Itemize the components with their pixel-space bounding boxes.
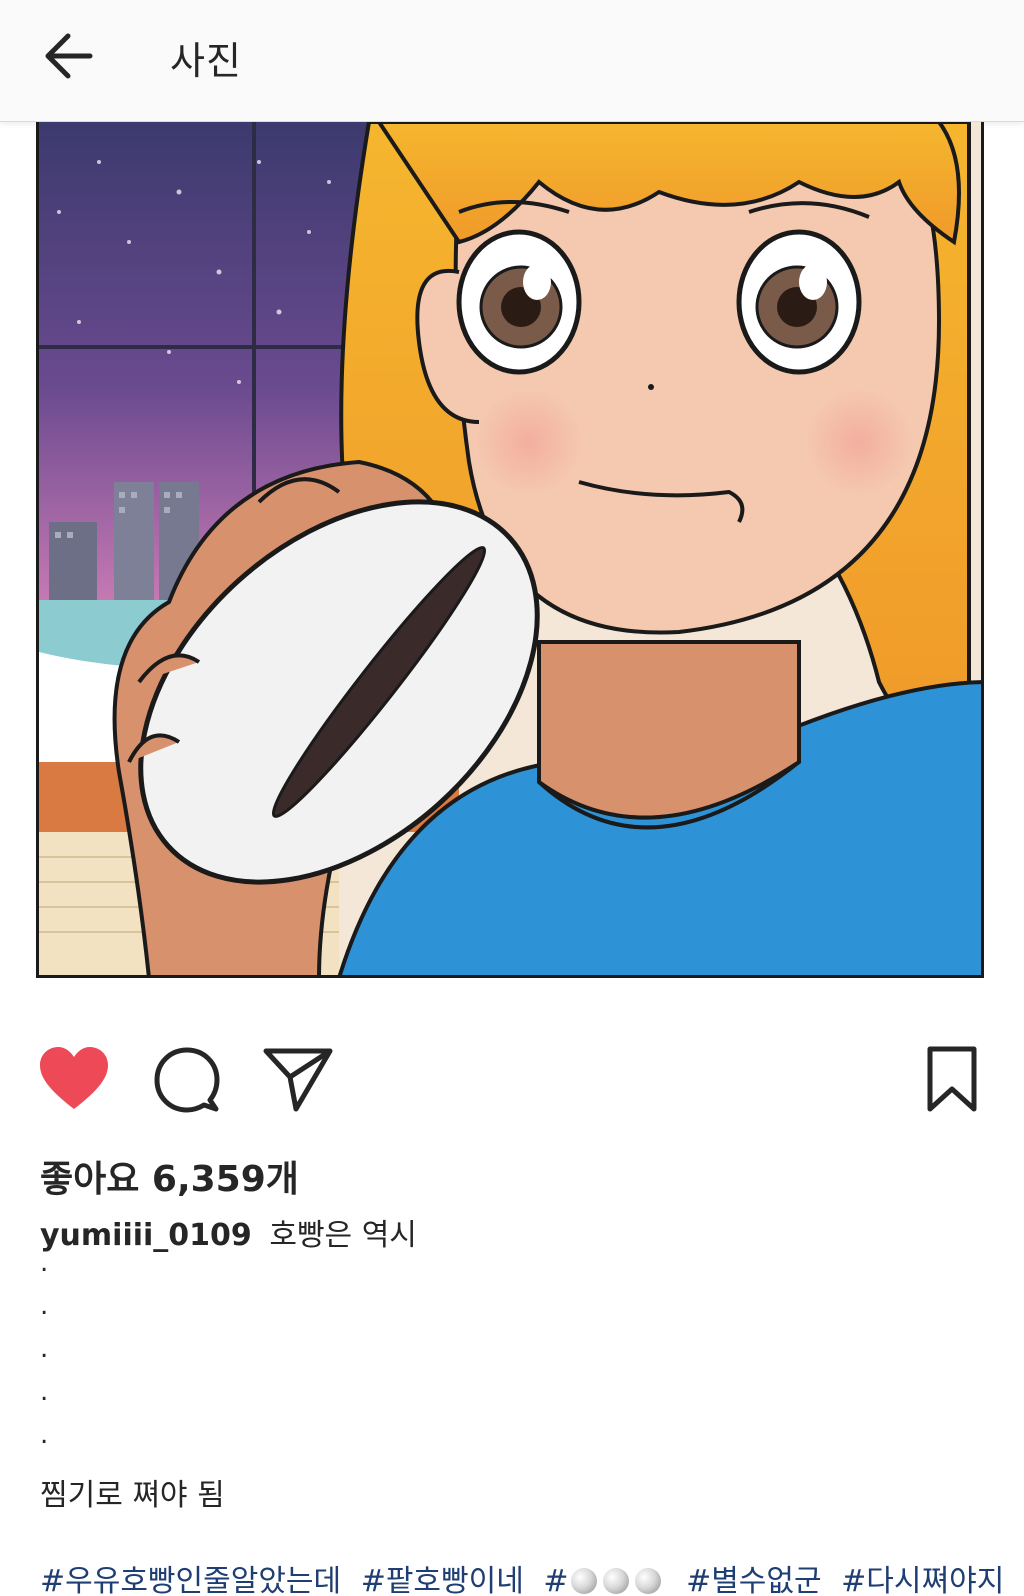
caption-body: 찜기로 쪄야 됨 xyxy=(40,1478,225,1513)
post-illustration xyxy=(39,122,981,975)
send-icon xyxy=(263,1048,333,1112)
bookmark-icon xyxy=(927,1046,977,1112)
caption-dot: . xyxy=(40,1377,49,1407)
heart-icon xyxy=(40,1047,108,1109)
caption-dot: . xyxy=(40,1334,49,1364)
hashtag-link[interactable]: #별수없군 xyxy=(686,1564,822,1596)
caption-dot: . xyxy=(40,1420,49,1450)
back-button[interactable] xyxy=(38,26,98,86)
hashtag-link[interactable]: # xyxy=(543,1564,666,1596)
ball-emoji-icon xyxy=(570,1568,597,1594)
post-actions xyxy=(0,1045,1024,1125)
post-image[interactable] xyxy=(36,122,984,978)
caption-first-line: yumiiii_0109 호빵은 역시 xyxy=(40,1210,417,1254)
hashtag-prefix: # xyxy=(543,1564,569,1596)
ball-emoji-icon xyxy=(634,1568,661,1594)
page-title: 사진 xyxy=(170,39,242,83)
caption-dot: . xyxy=(40,1291,49,1321)
ball-emoji-icon xyxy=(602,1568,629,1594)
hashtag-link[interactable]: #우유호빵인줄알았는데 xyxy=(40,1564,341,1596)
comment-button[interactable] xyxy=(152,1045,222,1115)
username-link[interactable]: yumiiii_0109 xyxy=(40,1218,252,1253)
hashtag-link[interactable]: #다시쪄야지 xyxy=(841,1564,1004,1596)
save-button[interactable] xyxy=(922,1045,982,1115)
caption-text: 호빵은 역시 xyxy=(269,1218,417,1253)
like-button[interactable] xyxy=(38,1045,110,1115)
hashtag-link[interactable]: #팥호빵이네 xyxy=(361,1564,524,1596)
like-count[interactable]: 좋아요 6,359개 xyxy=(40,1150,299,1202)
top-app-bar: 사진 xyxy=(0,0,1024,122)
caption-dot: . xyxy=(40,1248,49,1278)
comment-icon xyxy=(154,1047,220,1113)
arrow-left-icon xyxy=(45,33,93,79)
hashtag-list: #우유호빵인줄알았는데 #팥호빵이네 # #별수없군 #다시쪄야지 xyxy=(40,1556,1014,1596)
share-button[interactable] xyxy=(262,1045,334,1115)
